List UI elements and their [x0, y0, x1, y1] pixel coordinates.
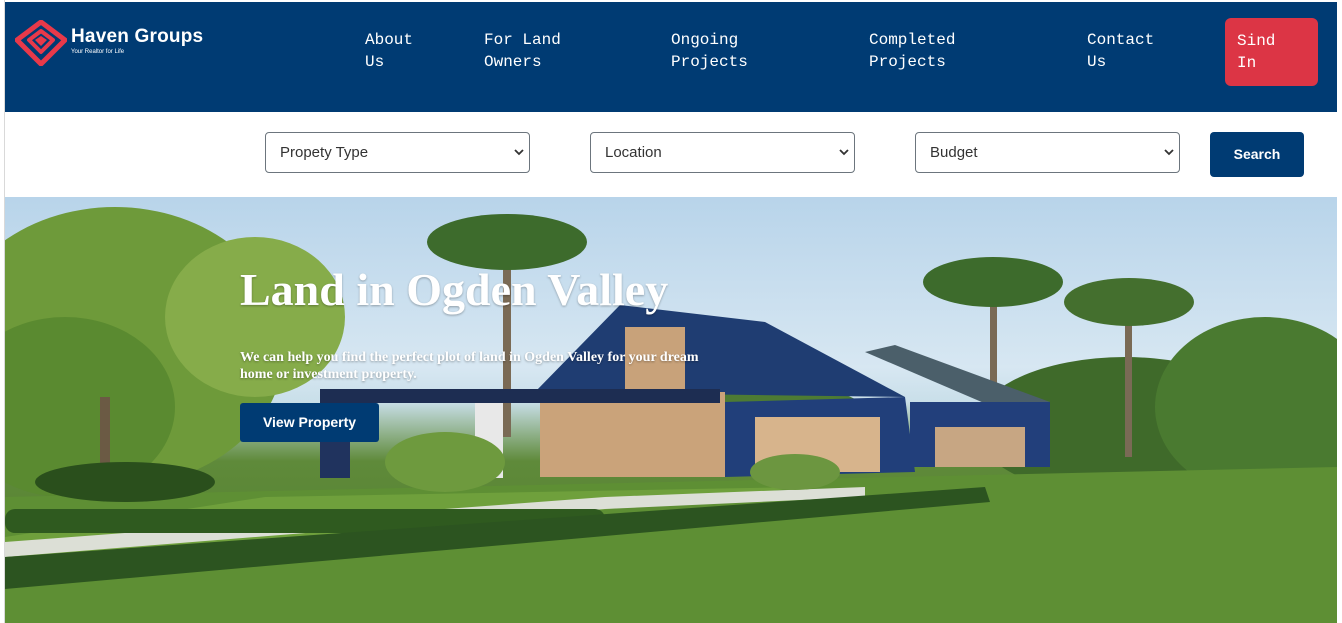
hero-banner: Land in Ogden Valley We can help you fin…: [5, 197, 1337, 623]
diamond-heart-logo-icon: [15, 20, 67, 66]
nav-label-line1: Contact: [1087, 31, 1155, 49]
nav-label-line1: Ongoing: [671, 31, 739, 49]
property-search-bar: Propety Type Location Budget Search: [5, 112, 1337, 197]
property-type-value: Propety Type: [280, 144, 369, 161]
brand-logo[interactable]: Haven Groups Your Realtor for Life: [15, 20, 215, 70]
nav-label-line1: About: [365, 31, 414, 49]
nav-label-line2: Owners: [484, 53, 542, 71]
chevron-down-icon: [514, 149, 524, 156]
hero-title: Land in Ogden Valley: [240, 264, 669, 315]
location-value: Location: [605, 144, 662, 161]
hero-background-image: [5, 207, 1337, 623]
nav-for-land-owners[interactable]: For Land Owners: [484, 29, 561, 73]
location-select[interactable]: Location: [590, 132, 855, 173]
nav-label-line1: Completed: [869, 31, 956, 49]
sign-in-label-line1: Sind: [1237, 32, 1276, 50]
nav-completed-projects[interactable]: Completed Projects: [869, 29, 955, 73]
view-property-button[interactable]: View Property: [240, 403, 379, 442]
nav-label-line1: For Land: [484, 31, 561, 49]
property-type-select[interactable]: Propety Type: [265, 132, 530, 173]
nav-contact-us[interactable]: Contact Us: [1087, 29, 1154, 73]
brand-tagline: Your Realtor for Life: [71, 49, 125, 55]
budget-value: Budget: [930, 144, 978, 161]
nav-label-line2: Projects: [671, 53, 748, 71]
nav-label-line2: Us: [365, 53, 385, 71]
nav-label-line2: Projects: [869, 53, 946, 71]
budget-select[interactable]: Budget: [915, 132, 1180, 173]
chevron-down-icon: [839, 149, 849, 156]
sign-in-button[interactable]: Sind In: [1225, 18, 1318, 86]
nav-ongoing-projects[interactable]: Ongoing Projects: [671, 29, 748, 73]
chevron-down-icon: [1164, 149, 1174, 156]
brand-name: Haven Groups: [71, 26, 204, 47]
nav-about-us[interactable]: About Us: [365, 29, 413, 73]
search-button[interactable]: Search: [1210, 132, 1304, 177]
nav-label-line2: Us: [1087, 53, 1107, 71]
hero-subtitle: We can help you find the perfect plot of…: [240, 350, 699, 382]
sign-in-label-line2: In: [1237, 54, 1257, 72]
site-header: Haven Groups Your Realtor for Life About…: [5, 2, 1337, 112]
